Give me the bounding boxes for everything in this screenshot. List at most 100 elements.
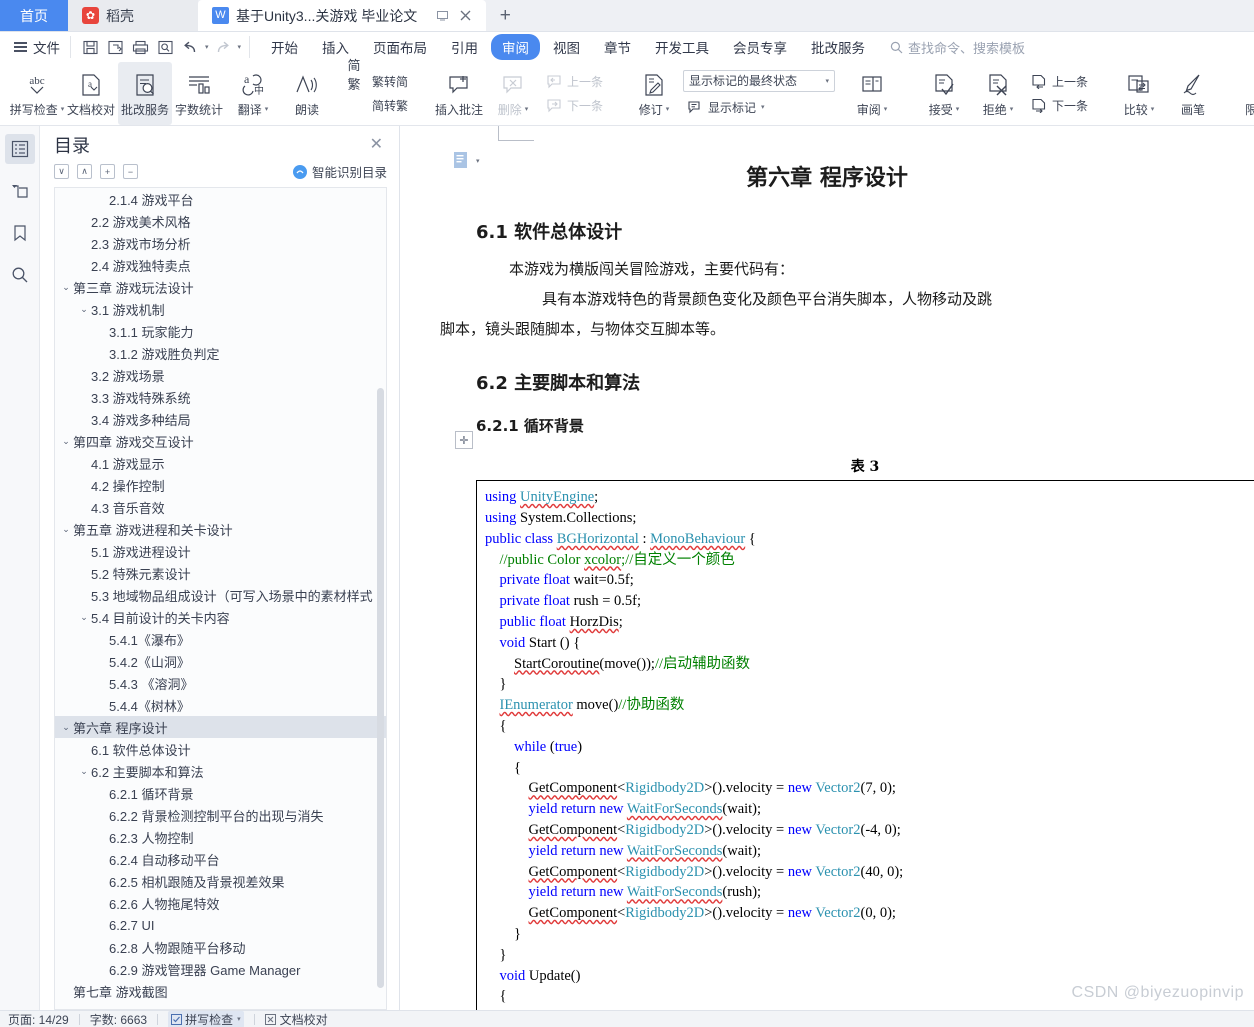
tab-docer[interactable]: ✿ 稻壳	[68, 0, 198, 31]
toc-item[interactable]: 3.2 游戏场景	[55, 364, 386, 386]
toc-item[interactable]: 5.4.3 《溶洞》	[55, 672, 386, 694]
spellcheck-button[interactable]: abc 拼写检查 ▾	[10, 62, 65, 125]
toc-item[interactable]: 6.2.6 人物拖尾特效	[55, 892, 386, 914]
translate-button[interactable]: a中 翻译 ▾	[226, 62, 280, 125]
toc-item[interactable]: 2.3 游戏市场分析	[55, 232, 386, 254]
tab-page-layout[interactable]: 页面布局	[362, 34, 438, 60]
toc-item[interactable]: 6.2.5 相机跟随及背景视差效果	[55, 870, 386, 892]
previous-comment-button[interactable]: 上一条	[542, 71, 607, 92]
toc-list[interactable]: 2.1.4 游戏平台 2.2 游戏美术风格 2.3 游戏市场分析 2.4 游戏独特卖点…	[54, 187, 387, 1010]
chevron-down-icon[interactable]: ⌄	[77, 766, 91, 777]
toc-item[interactable]: 第七章 游戏截图	[55, 980, 386, 1002]
save-as-icon[interactable]	[104, 37, 126, 58]
brush-button[interactable]: 画笔	[1166, 62, 1220, 125]
redo-icon[interactable]	[212, 37, 234, 58]
toc-item[interactable]: 6.2.4 自动移动平台	[55, 848, 386, 870]
toc-item[interactable]: ⌄ 第三章 游戏玩法设计	[55, 276, 386, 298]
chevron-down-icon[interactable]: ▾	[761, 103, 765, 111]
toc-item[interactable]: 6.2.3 人物控制	[55, 826, 386, 848]
chevron-down-icon[interactable]: ⌄	[59, 524, 73, 535]
chevron-down-icon[interactable]: ⌄	[59, 436, 73, 447]
restrict-editing-button[interactable]: 限制编辑	[1238, 62, 1254, 125]
chevron-down-icon[interactable]: ▾	[265, 105, 269, 113]
toc-item[interactable]: 5.4.2《山洞》	[55, 650, 386, 672]
tab-member-exclusive[interactable]: 会员专享	[722, 34, 798, 60]
tab-chapter[interactable]: 章节	[593, 34, 642, 60]
toc-item[interactable]: 2.1.4 游戏平台	[55, 188, 386, 210]
document-area[interactable]: ▾ 第六章 程序设计 6.1 软件总体设计 本游戏为横版闯关冒险游戏，主要代码有…	[400, 126, 1254, 1010]
next-comment-button[interactable]: 下一条	[542, 95, 607, 116]
smart-toc-button[interactable]: 智能识别目录	[292, 162, 387, 181]
undo-dropdown-icon[interactable]: ▾	[205, 43, 209, 51]
tab-developer-tools[interactable]: 开发工具	[644, 34, 720, 60]
customize-qat-icon[interactable]: ▾	[238, 43, 242, 51]
toc-scrollbar-thumb[interactable]	[377, 388, 384, 988]
new-tab-button[interactable]: +	[486, 0, 524, 31]
chevron-down-icon[interactable]: ⌄	[59, 722, 73, 733]
accept-change-button[interactable]: 接受 ▾	[917, 62, 971, 125]
spellcheck-status-button[interactable]: 拼写检查 ▾	[168, 1011, 244, 1027]
toc-item[interactable]: 3.4 游戏多种结局	[55, 408, 386, 430]
toc-item[interactable]: 6.1 软件总体设计	[55, 738, 386, 760]
tab-correction-service[interactable]: 批改服务	[800, 34, 876, 60]
toc-item[interactable]: 6.2.1 循环背景	[55, 782, 386, 804]
table-move-handle-icon[interactable]: ✛	[455, 431, 473, 449]
paste-options-button[interactable]: ▾	[453, 151, 480, 171]
read-aloud-button[interactable]: 朗读	[280, 62, 334, 125]
chevron-down-icon[interactable]: ▾	[884, 105, 888, 113]
code-block[interactable]: using UnityEngine; using System.Collectio…	[476, 480, 1254, 1010]
sidebar-item-chapters[interactable]	[5, 176, 35, 206]
word-count-indicator[interactable]: 字数: 6663	[90, 1011, 147, 1027]
toc-item[interactable]: ⌄ 6.2 主要脚本和算法	[55, 760, 386, 782]
toc-item[interactable]: 2.4 游戏独特卖点	[55, 254, 386, 276]
chevron-down-icon[interactable]: ▾	[826, 77, 830, 85]
tab-document[interactable]: W 基于Unity3...关游戏 毕业论文	[198, 0, 487, 31]
toc-item[interactable]: 4.2 操作控制	[55, 474, 386, 496]
sidebar-item-bookmarks[interactable]	[5, 218, 35, 248]
toc-item[interactable]: 5.2 特殊元素设计	[55, 562, 386, 584]
toc-item[interactable]: ⌄ 第五章 游戏进程和关卡设计	[55, 518, 386, 540]
toc-item[interactable]: 2.2 游戏美术风格	[55, 210, 386, 232]
toc-item[interactable]: 3.1.1 玩家能力	[55, 320, 386, 342]
sidebar-item-outline[interactable]	[4, 134, 35, 164]
tab-review[interactable]: 审阅	[491, 34, 541, 60]
toc-collapse-all-button[interactable]: −	[123, 164, 138, 179]
next-change-button[interactable]: 下一条	[1027, 95, 1092, 116]
toc-item[interactable]: 4.3 音乐音效	[55, 496, 386, 518]
undo-icon[interactable]	[179, 37, 201, 58]
page-indicator[interactable]: 页面: 14/29	[8, 1011, 69, 1027]
restore-window-icon[interactable]	[436, 9, 449, 22]
chevron-down-icon[interactable]: ⌄	[59, 282, 73, 293]
compare-button[interactable]: 比较 ▾	[1112, 62, 1166, 125]
track-changes-button[interactable]: 修订 ▾	[627, 62, 681, 125]
proofread-status-button[interactable]: 文档校对	[264, 1011, 328, 1027]
traditional-to-simplified-button[interactable]: 繁转简	[368, 71, 412, 92]
toc-item[interactable]: ⌄ 5.4 目前设计的关卡内容	[55, 606, 386, 628]
chevron-down-icon[interactable]: ▾	[1010, 105, 1014, 113]
command-search-box[interactable]: 查找命令、搜索模板	[890, 38, 1025, 57]
chevron-down-icon[interactable]: ▾	[476, 157, 480, 165]
chevron-down-icon[interactable]: ▾	[666, 105, 670, 113]
reject-change-button[interactable]: 拒绝 ▾	[971, 62, 1025, 125]
print-icon[interactable]	[129, 37, 151, 58]
insert-comment-button[interactable]: 插入批注	[432, 62, 486, 125]
previous-change-button[interactable]: 上一条	[1027, 71, 1092, 92]
chevron-down-icon[interactable]: ▾	[525, 105, 529, 113]
print-preview-icon[interactable]	[154, 37, 176, 58]
chevron-down-icon[interactable]: ⌄	[77, 612, 91, 623]
toc-item[interactable]: 4.1 游戏显示	[55, 452, 386, 474]
tab-references[interactable]: 引用	[440, 34, 489, 60]
chevron-down-icon[interactable]: ▾	[956, 105, 960, 113]
tab-home[interactable]: 首页	[0, 0, 68, 31]
correction-service-button[interactable]: 批改服务	[118, 62, 172, 125]
tab-view[interactable]: 视图	[542, 34, 591, 60]
chevron-down-icon[interactable]: ⌄	[77, 304, 91, 315]
word-count-button[interactable]: 字数统计	[172, 62, 226, 125]
toc-item[interactable]: 5.3 地域物品组成设计（可写入场景中的素材样式 …	[55, 584, 386, 606]
show-markup-button[interactable]: 显示标记 ▾	[683, 97, 835, 118]
toc-item[interactable]: 6.2.2 背景检测控制平台的出现与消失	[55, 804, 386, 826]
toc-item[interactable]: 3.3 游戏特殊系统	[55, 386, 386, 408]
toc-expand-all-button[interactable]: +	[100, 164, 115, 179]
toc-item[interactable]: 5.4.4《树林》	[55, 694, 386, 716]
simplified-to-traditional-button[interactable]: 简转繁	[368, 95, 412, 116]
